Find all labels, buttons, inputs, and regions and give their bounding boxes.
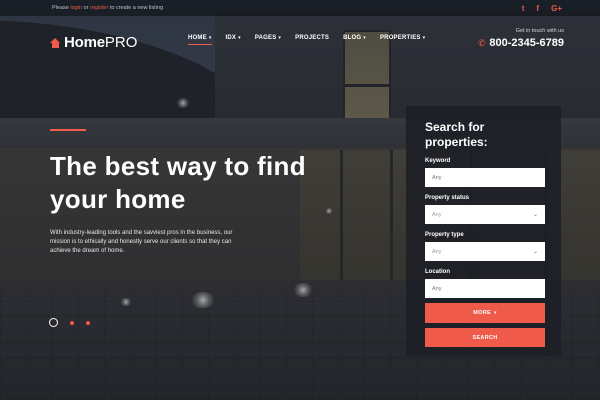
search-button-label: SEARCH bbox=[472, 334, 498, 341]
chevron-down-icon: ▾ bbox=[278, 35, 282, 41]
message-or: or bbox=[83, 5, 89, 11]
phone-number[interactable]: 800-2345-6789 bbox=[489, 37, 564, 49]
contact-label: Get in touch with us bbox=[515, 28, 564, 34]
google-plus-icon[interactable]: G+ bbox=[551, 4, 562, 13]
hero-description: With industry-leading tools and the savv… bbox=[50, 230, 233, 254]
nav-item-home[interactable]: HOME ▾ bbox=[188, 35, 212, 45]
location-label: Location bbox=[425, 269, 450, 275]
hero-title: The best way to find your home bbox=[50, 151, 306, 214]
property-search-panel: Search for properties: Keyword Property … bbox=[406, 106, 561, 356]
chevron-down-icon: ⌄ bbox=[532, 212, 538, 218]
property-type-label: Property type bbox=[425, 232, 464, 238]
top-bar: Please login or register to create a new… bbox=[0, 0, 600, 16]
nav-item-projects[interactable]: PROJECTS bbox=[295, 35, 329, 41]
select-value: Any bbox=[432, 248, 442, 255]
keyword-input[interactable] bbox=[425, 168, 545, 187]
slider-dot[interactable] bbox=[70, 320, 74, 325]
nav-item-idx[interactable]: IDX ▾ bbox=[226, 35, 241, 41]
phone-icon: ✆ bbox=[477, 37, 486, 48]
keyword-label: Keyword bbox=[425, 158, 451, 164]
chevron-down-icon: ▾ bbox=[238, 35, 241, 41]
logo-text-light: PRO bbox=[104, 34, 138, 51]
more-button-label: MORE bbox=[473, 310, 491, 316]
more-options-button[interactable]: MORE ▾ bbox=[425, 303, 545, 323]
slider-dot[interactable] bbox=[86, 320, 90, 325]
search-button[interactable]: SEARCH bbox=[425, 328, 545, 347]
location-input[interactable] bbox=[425, 279, 545, 298]
chevron-down-icon: ▾ bbox=[363, 35, 366, 41]
chevron-down-icon: ▾ bbox=[422, 35, 426, 41]
house-icon bbox=[50, 37, 61, 48]
login-link[interactable]: login bbox=[70, 5, 82, 11]
property-type-select[interactable]: Any ⌄ bbox=[425, 242, 545, 261]
twitter-icon[interactable]: t bbox=[522, 4, 525, 13]
nav-item-pages[interactable]: PAGES ▾ bbox=[255, 35, 281, 41]
select-value: Any bbox=[432, 211, 442, 218]
nav-label: IDX bbox=[225, 35, 237, 41]
property-status-select[interactable]: Any ⌄ bbox=[425, 205, 545, 224]
slider-pagination bbox=[49, 318, 90, 327]
facebook-icon[interactable]: f bbox=[536, 4, 539, 13]
nav-label: BLOG bbox=[343, 35, 362, 41]
message-prefix: Please bbox=[52, 5, 69, 11]
nav-label: HOME bbox=[188, 35, 207, 41]
register-link[interactable]: register bbox=[90, 5, 108, 11]
social-links: t f G+ bbox=[522, 4, 562, 13]
contact-block: Get in touch with us ✆ 800-2345-6789 bbox=[478, 28, 564, 49]
nav-item-blog[interactable]: BLOG ▾ bbox=[343, 35, 366, 41]
main-nav: HOME ▾ IDX ▾ PAGES ▾ PROJECTS BLOG ▾ PRO… bbox=[188, 35, 425, 45]
hero-accent-line bbox=[50, 129, 86, 131]
listing-message: Please login or register to create a new… bbox=[52, 5, 163, 11]
phone-row[interactable]: ✆ 800-2345-6789 bbox=[478, 37, 564, 49]
slider-dot[interactable] bbox=[49, 318, 58, 327]
chevron-down-icon: ▾ bbox=[208, 35, 212, 41]
search-panel-title: Search for properties: bbox=[425, 120, 488, 149]
site-logo[interactable]: Home PRO bbox=[50, 34, 137, 51]
site-header: Home PRO HOME ▾ IDX ▾ PAGES ▾ PROJECTS B… bbox=[0, 22, 600, 62]
nav-label: PROPERTIES bbox=[379, 35, 421, 41]
nav-label: PAGES bbox=[254, 35, 277, 41]
logo-text-bold: Home bbox=[64, 34, 105, 51]
message-suffix: to create a new listing bbox=[109, 5, 164, 11]
chevron-down-icon: ⌄ bbox=[532, 249, 538, 255]
nav-label: PROJECTS bbox=[295, 35, 330, 41]
property-status-label: Property status bbox=[425, 195, 470, 201]
nav-item-properties[interactable]: PROPERTIES ▾ bbox=[380, 35, 425, 41]
chevron-down-icon: ▾ bbox=[493, 310, 497, 316]
